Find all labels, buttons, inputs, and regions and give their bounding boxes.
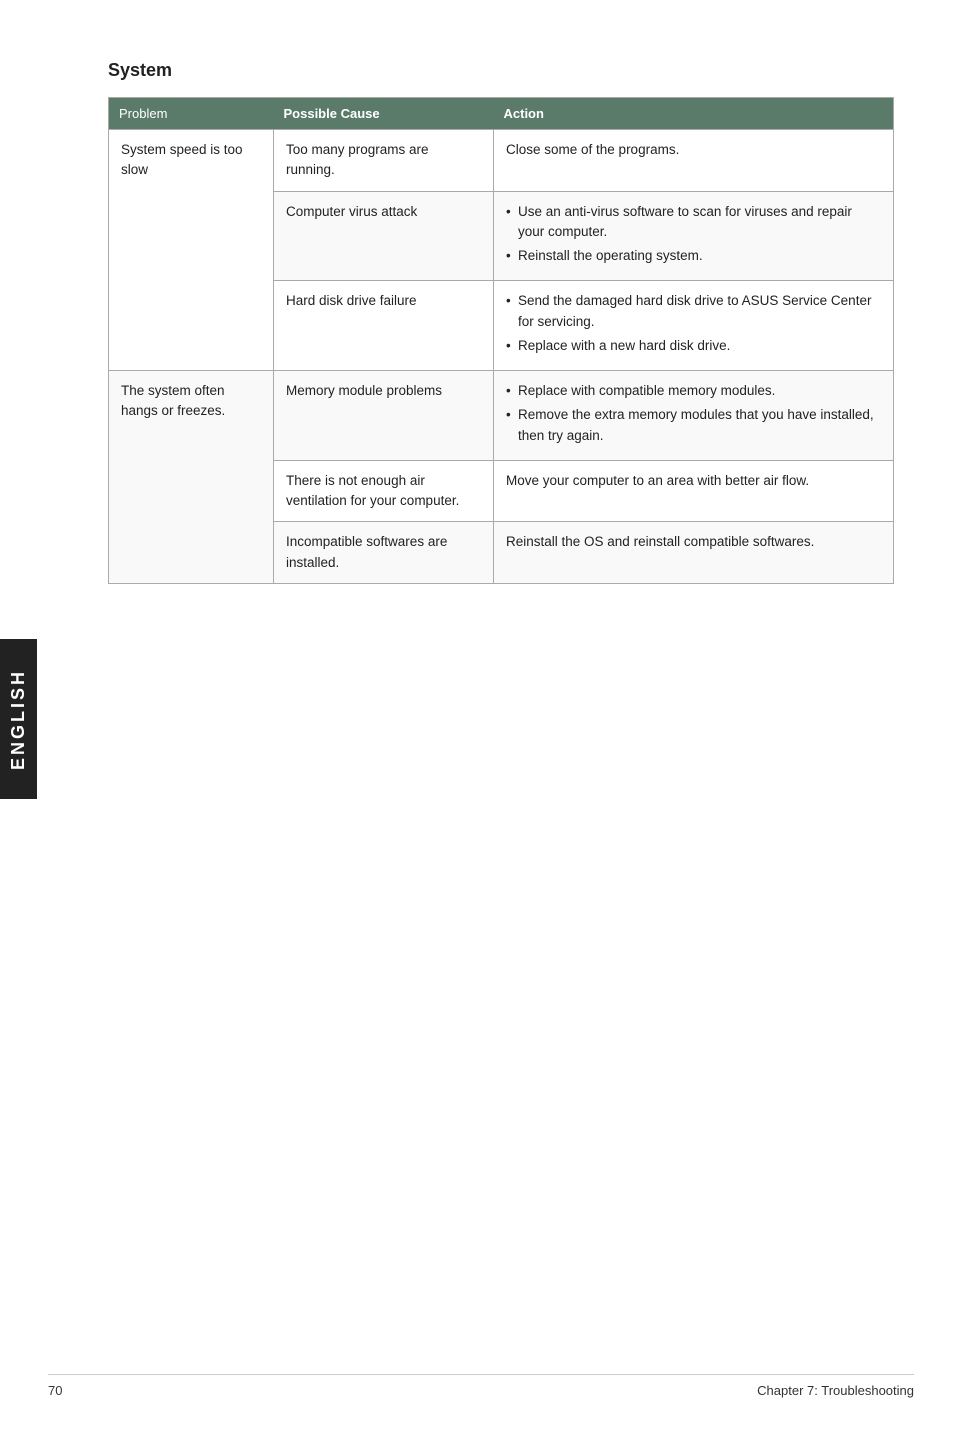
action-cell: Send the damaged hard disk drive to ASUS… — [494, 281, 894, 371]
cause-cell: Too many programs are running. — [274, 130, 494, 192]
problem-cell: The system often hangs or freezes. — [109, 371, 274, 584]
trouble-table: Problem Possible Cause Action System spe… — [108, 97, 894, 584]
bullet-item: Send the damaged hard disk drive to ASUS… — [506, 291, 881, 332]
bullet-item: Replace with a new hard disk drive. — [506, 336, 881, 356]
cause-cell: Hard disk drive failure — [274, 281, 494, 371]
cause-cell: Memory module problems — [274, 371, 494, 461]
cause-cell: Computer virus attack — [274, 191, 494, 281]
table-row: The system often hangs or freezes.Memory… — [109, 371, 894, 461]
header-action: Action — [494, 98, 894, 130]
section-title: System — [108, 60, 894, 81]
table-row: System speed is too slowToo many program… — [109, 130, 894, 192]
bullet-item: Replace with compatible memory modules. — [506, 381, 881, 401]
footer-chapter: Chapter 7: Troubleshooting — [757, 1383, 914, 1398]
main-content: System Problem Possible Cause Action Sys… — [48, 0, 954, 664]
cause-cell: Incompatible softwares are installed. — [274, 522, 494, 584]
action-cell: Move your computer to an area with bette… — [494, 460, 894, 522]
action-cell: Replace with compatible memory modules. R… — [494, 371, 894, 461]
action-cell: Reinstall the OS and reinstall compatibl… — [494, 522, 894, 584]
action-cell: Close some of the programs. — [494, 130, 894, 192]
side-tab: ENGLISH — [0, 639, 37, 799]
header-cause: Possible Cause — [274, 98, 494, 130]
action-cell: Use an anti-virus software to scan for v… — [494, 191, 894, 281]
side-tab-label: ENGLISH — [8, 669, 29, 770]
header-problem: Problem — [109, 98, 274, 130]
footer-page-number: 70 — [48, 1383, 62, 1398]
cause-cell: There is not enough air ventilation for … — [274, 460, 494, 522]
bullet-item: Use an anti-virus software to scan for v… — [506, 202, 881, 243]
problem-cell: System speed is too slow — [109, 130, 274, 371]
bullet-item: Reinstall the operating system. — [506, 246, 881, 266]
bullet-item: Remove the extra memory modules that you… — [506, 405, 881, 446]
footer: 70 Chapter 7: Troubleshooting — [48, 1374, 914, 1398]
